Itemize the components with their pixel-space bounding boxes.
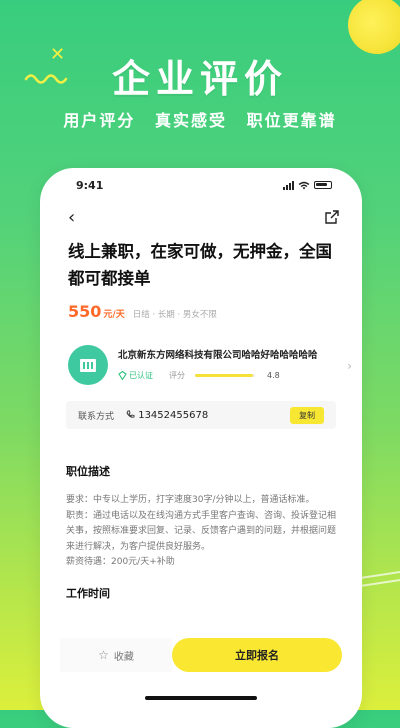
copy-button[interactable]: 复制 (290, 406, 324, 424)
decorative-lines (360, 571, 400, 587)
hero-subtitle: 用户评分 真实感受 职位更靠谱 (0, 107, 400, 131)
chevron-right-icon: › (347, 359, 352, 373)
company-info: 北京新东方网络科技有限公司哈哈好哈哈哈哈哈 已认证 评分 4.8 (118, 349, 338, 381)
company-logo (68, 345, 108, 385)
job-description: 要求：中专以上学历，打字速度30字/分钟以上，普通话标准。 职责：通过电话以及在… (66, 493, 338, 571)
rating-bar-fill (195, 374, 253, 377)
contact-row: 联系方式 13452455678 复制 (66, 401, 336, 429)
nav-bar: ‹ (40, 202, 362, 232)
favorite-button[interactable]: ☆ 收藏 (60, 638, 172, 672)
verified-label: 已认证 (129, 371, 153, 380)
verified-icon (118, 371, 127, 380)
phone-icon (126, 410, 135, 418)
bottom-action-bar: ☆ 收藏 立即报名 (60, 638, 342, 672)
contact-phone: 13452455678 (126, 410, 208, 421)
job-tags: 日结 · 长期 · 男女不限 (132, 310, 217, 320)
star-icon: ☆ (98, 648, 109, 662)
apply-button[interactable]: 立即报名 (172, 638, 342, 672)
job-title: 线上兼职，在家可做，无押金，全国都可都接单 (68, 242, 332, 288)
status-time: 9:41 (76, 178, 104, 192)
rating-value: 4.8 (267, 371, 280, 380)
salary-row: 550 元/天 日结 · 长期 · 男女不限 (40, 292, 362, 321)
section-title-description: 职位描述 (66, 465, 116, 481)
salary-unit: 元/天 (103, 310, 125, 320)
company-name: 北京新东方网络科技有限公司哈哈好哈哈哈哈哈 (118, 350, 318, 361)
hero-title: 企业评价 (111, 57, 288, 101)
company-card[interactable]: 北京新东方网络科技有限公司哈哈好哈哈哈哈哈 已认证 评分 4.8 › (68, 345, 352, 385)
hero-subtitle-item: 真实感受 (154, 111, 227, 130)
description-line: 职责：通过电话以及在线沟通方式手里客户查询、咨询、投诉登记相关事，按照标准要求回… (66, 510, 337, 552)
signal-icon (283, 180, 294, 190)
status-bar: 9:41 (40, 168, 362, 202)
section-title-work-time: 工作时间 (66, 586, 116, 603)
contact-label: 联系方式 (78, 411, 115, 422)
description-line: 薪资待遇：200元/天+补助 (66, 557, 175, 567)
hero-subtitle-item: 职位更靠谱 (246, 111, 337, 130)
hero-subtitle-item: 用户评分 (63, 111, 136, 130)
share-icon[interactable] (324, 209, 340, 225)
wifi-icon (298, 181, 310, 189)
battery-icon (314, 181, 332, 189)
phone-frame: 9:41 ‹ 线上兼职，在家可做，无押金，全国都可都接单 550 元/天 日结 ·… (40, 168, 362, 728)
description-line: 要求：中专以上学历，打字速度30字/分钟以上，普通话标准。 (66, 495, 315, 505)
status-icons (283, 180, 332, 190)
rating-bar (195, 374, 255, 377)
decorative-moon (348, 0, 400, 54)
contact-phone-number: 13452455678 (138, 409, 209, 421)
salary: 550 元/天 (68, 302, 125, 321)
back-arrow-icon[interactable]: ‹ (68, 207, 75, 228)
building-icon (80, 359, 96, 372)
rating-label: 评分 (169, 371, 185, 380)
salary-amount: 550 (68, 302, 102, 321)
company-meta: 已认证 评分 4.8 (118, 370, 338, 381)
home-indicator (145, 696, 257, 700)
favorite-label: 收藏 (113, 651, 134, 663)
